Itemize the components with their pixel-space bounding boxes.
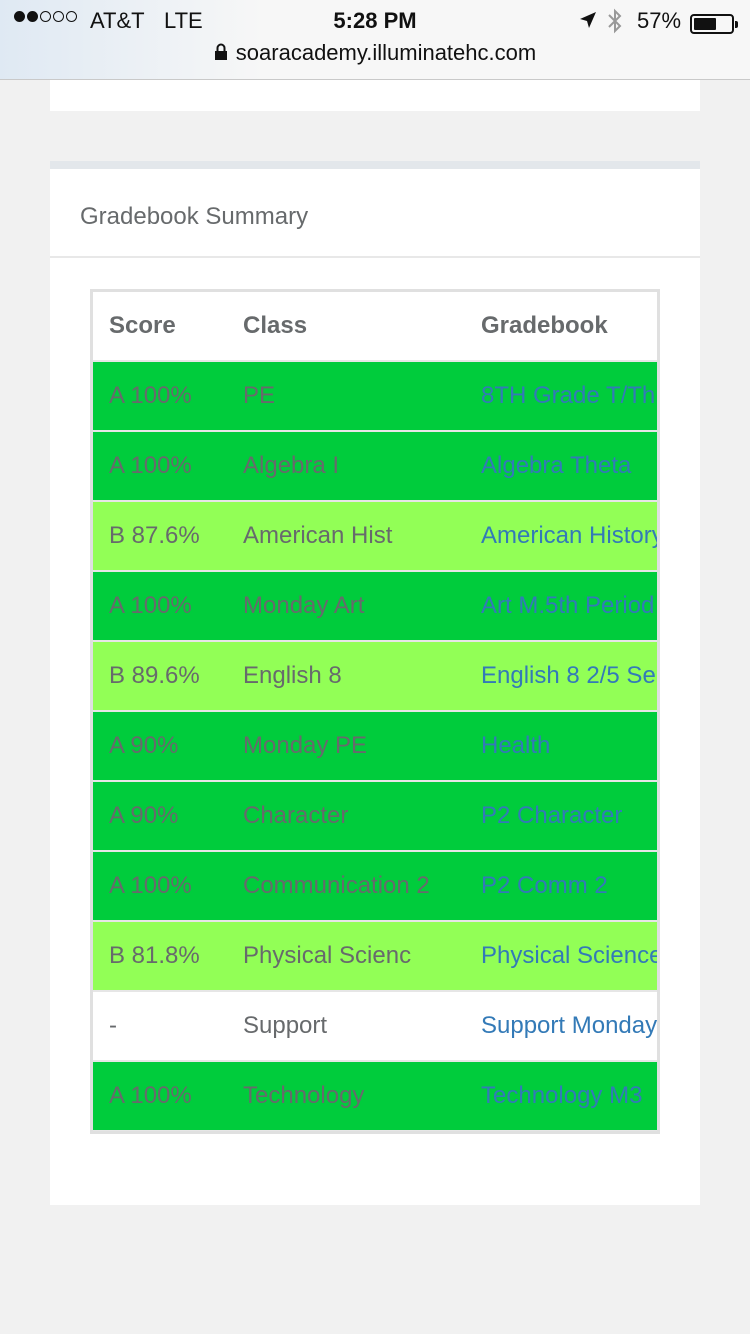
score-cell: A 100% <box>93 1061 227 1131</box>
gradebook-summary-card: Gradebook Summary Score Class Gradebook … <box>50 161 700 1205</box>
score-cell: A 90% <box>93 781 227 852</box>
table-row: B 87.6% American Hist American History <box>93 501 657 572</box>
gradebook-link[interactable]: Physical Science <box>465 921 657 992</box>
location-arrow-icon <box>578 10 598 36</box>
gradebook-link[interactable]: American History <box>465 501 657 572</box>
table-row: A 100% Technology Technology M3 <box>93 1061 657 1131</box>
gradebook-link[interactable]: Health <box>465 711 657 782</box>
class-cell: Technology <box>227 1061 465 1131</box>
table-row: B 89.6% English 8 English 8 2/5 Sem <box>93 641 657 712</box>
browser-chrome: AT&T LTE 5:28 PM 57% soaracademy.illumin… <box>0 0 750 80</box>
gradebook-link[interactable]: P2 Comm 2 <box>465 851 657 922</box>
battery-percent: 57% <box>637 8 682 33</box>
header-gradebook[interactable]: Gradebook <box>465 292 657 362</box>
class-cell: PE <box>227 361 465 432</box>
table-row: A 100% Algebra I Algebra Theta <box>93 431 657 502</box>
gradebook-link[interactable]: Art M.5th Period <box>465 571 657 642</box>
class-cell: Support <box>227 991 465 1062</box>
class-cell: Monday PE <box>227 711 465 782</box>
status-bar: AT&T LTE 5:28 PM 57% <box>0 6 750 36</box>
class-cell: American Hist <box>227 501 465 572</box>
class-cell: Algebra I <box>227 431 465 502</box>
class-cell: Communication 2 <box>227 851 465 922</box>
gradebook-link[interactable]: P2 Character <box>465 781 657 852</box>
score-cell: A 100% <box>93 851 227 922</box>
score-cell: B 89.6% <box>93 641 227 712</box>
table-row: A 100% PE 8TH Grade T/Th <box>93 361 657 432</box>
gradebook-link[interactable]: English 8 2/5 Sem <box>465 641 657 712</box>
table-row: - Support Support Monday <box>93 991 657 1062</box>
url-text: soaracademy.illuminatehc.com <box>235 40 537 65</box>
card-title: Gradebook Summary <box>50 169 700 258</box>
header-class[interactable]: Class <box>227 292 465 362</box>
class-cell: Physical Scienc <box>227 921 465 992</box>
score-cell: A 100% <box>93 361 227 432</box>
gradebook-link[interactable]: Support Monday <box>465 991 657 1062</box>
table-row: A 90% Character P2 Character <box>93 781 657 852</box>
gradebook-table: Score Class Gradebook A 100% PE 8TH Grade … <box>93 292 657 1131</box>
table-row: A 100% Communication 2 P2 Comm 2 <box>93 851 657 922</box>
header-score[interactable]: Score <box>93 292 227 362</box>
lock-icon <box>214 41 228 67</box>
battery-icon <box>690 14 738 34</box>
score-cell: B 81.8% <box>93 921 227 992</box>
gradebook-link[interactable]: 8TH Grade T/Th <box>465 361 657 432</box>
table-row: B 81.8% Physical Scienc Physical Science <box>93 921 657 992</box>
class-cell: English 8 <box>227 641 465 712</box>
score-cell: B 87.6% <box>93 501 227 572</box>
url-bar[interactable]: soaracademy.illuminatehc.com <box>0 40 750 67</box>
gradebook-link[interactable]: Technology M3 <box>465 1061 657 1131</box>
score-cell: A 90% <box>93 711 227 782</box>
gradebook-table-container[interactable]: Score Class Gradebook A 100% PE 8TH Grade … <box>90 289 660 1134</box>
previous-card <box>50 80 700 111</box>
class-cell: Character <box>227 781 465 852</box>
class-cell: Monday Art <box>227 571 465 642</box>
table-header-row: Score Class Gradebook <box>93 292 657 362</box>
score-cell: A 100% <box>93 571 227 642</box>
gradebook-link[interactable]: Algebra Theta <box>465 431 657 502</box>
score-cell: - <box>93 991 227 1062</box>
score-cell: A 100% <box>93 431 227 502</box>
table-row: A 100% Monday Art Art M.5th Period <box>93 571 657 642</box>
bluetooth-icon <box>606 8 624 40</box>
table-row: A 90% Monday PE Health <box>93 711 657 782</box>
